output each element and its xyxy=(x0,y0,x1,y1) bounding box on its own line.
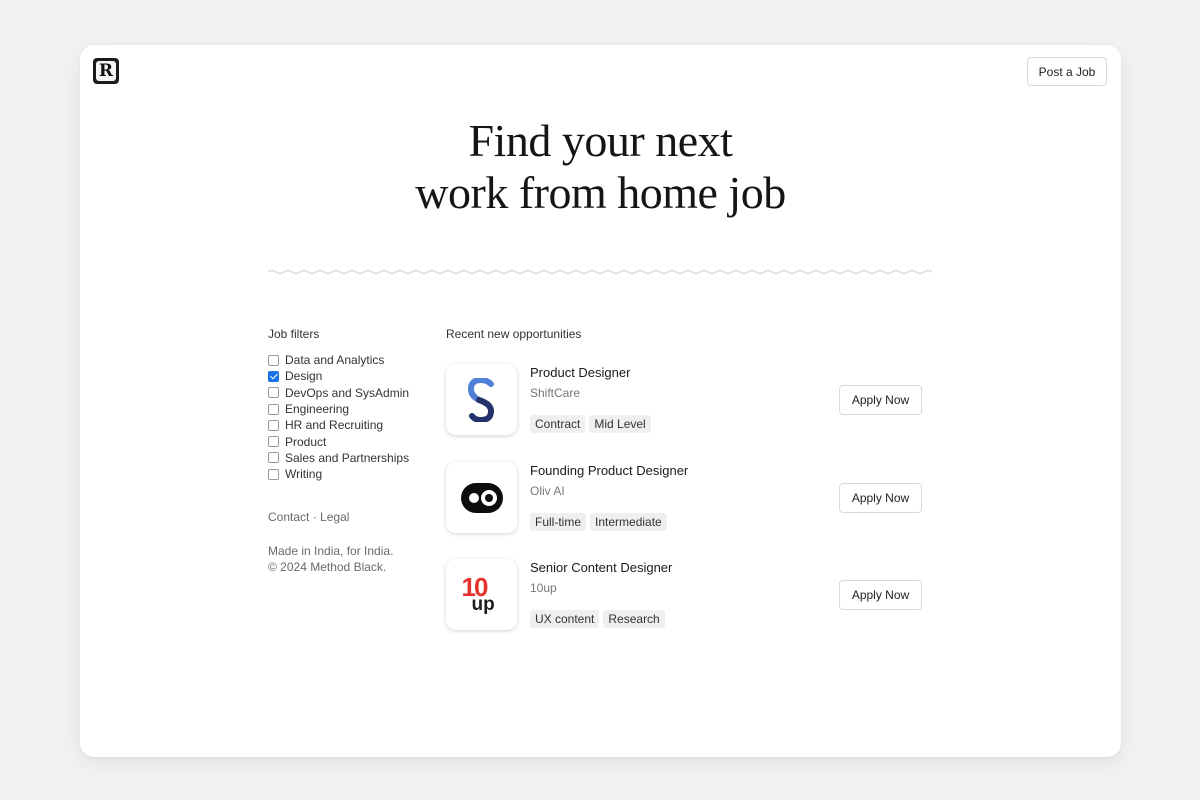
job-title[interactable]: Founding Product Designer xyxy=(530,463,688,478)
filter-checkbox[interactable] xyxy=(268,403,279,415)
filter-label: DevOps and SysAdmin xyxy=(285,385,410,400)
job-title[interactable]: Product Designer xyxy=(530,365,630,380)
filter-list: Data and Analytics Design DevOps and Sys… xyxy=(268,352,409,482)
post-job-button[interactable]: Post a Job xyxy=(1027,57,1107,86)
filter-devops[interactable]: DevOps and SysAdmin xyxy=(268,385,409,401)
company-logo[interactable]: 10 up xyxy=(446,559,517,630)
job-company: Oliv AI xyxy=(530,484,565,498)
job-tags: Full-time Intermediate xyxy=(530,513,667,531)
filter-checkbox[interactable] xyxy=(268,436,279,448)
filter-product[interactable]: Product xyxy=(268,433,409,449)
filter-sales-partnerships[interactable]: Sales and Partnerships xyxy=(268,450,409,466)
filter-hr-recruiting[interactable]: HR and Recruiting xyxy=(268,417,409,433)
filter-checkbox[interactable] xyxy=(268,452,279,464)
filter-label: Sales and Partnerships xyxy=(285,450,410,465)
filter-checkbox[interactable] xyxy=(268,419,279,431)
job-card[interactable]: 10 up Senior Content Designer 10up UX co… xyxy=(446,559,926,631)
oliv-logo-icon xyxy=(460,482,503,513)
company-logo[interactable] xyxy=(446,462,517,533)
hero-line-1: Find your next xyxy=(468,115,733,166)
jobs-title: Recent new opportunities xyxy=(446,327,582,341)
filter-label: HR and Recruiting xyxy=(285,418,384,433)
filter-checkbox[interactable] xyxy=(268,468,279,480)
legal-link[interactable]: Legal xyxy=(320,510,349,524)
company-logo[interactable] xyxy=(446,364,517,435)
job-card[interactable]: Product Designer ShiftCare Contract Mid … xyxy=(446,364,926,436)
job-tag: Intermediate xyxy=(590,513,667,531)
job-company: 10up xyxy=(530,581,557,595)
filter-design[interactable]: Design xyxy=(268,368,409,384)
apply-now-button[interactable]: Apply Now xyxy=(839,580,922,610)
filter-checkbox-checked[interactable] xyxy=(268,370,279,382)
filter-label: Design xyxy=(285,369,323,384)
contact-link[interactable]: Contact xyxy=(268,510,309,524)
filter-writing[interactable]: Writing xyxy=(268,466,409,482)
filter-label: Data and Analytics xyxy=(285,353,385,368)
filter-label: Writing xyxy=(285,467,323,482)
job-tag: UX content xyxy=(530,610,600,628)
logo-letter: R xyxy=(96,61,116,81)
site-logo[interactable]: R xyxy=(93,58,119,84)
copyright-text: © 2024 Method Black. xyxy=(268,560,387,574)
10up-logo-bottom: up xyxy=(471,593,495,615)
job-title[interactable]: Senior Content Designer xyxy=(530,560,672,575)
10up-logo-icon: 10 up xyxy=(462,572,502,616)
filter-label: Product xyxy=(285,434,327,449)
job-tags: UX content Research xyxy=(530,610,665,628)
job-tag: Mid Level xyxy=(589,415,651,433)
filter-checkbox[interactable] xyxy=(268,354,279,366)
made-in-text: Made in India, for India. xyxy=(268,544,394,558)
link-separator: · xyxy=(312,510,317,524)
filters-title: Job filters xyxy=(268,327,320,341)
apply-now-button[interactable]: Apply Now xyxy=(839,385,922,415)
footer-note: Made in India, for India. © 2024 Method … xyxy=(268,543,393,575)
job-company: ShiftCare xyxy=(530,386,581,400)
job-tag: Contract xyxy=(530,415,586,433)
footer-links: Contact · Legal xyxy=(268,510,349,524)
hero-line-2: work from home job xyxy=(415,167,786,218)
filter-engineering[interactable]: Engineering xyxy=(268,401,409,417)
job-tag: Full-time xyxy=(530,513,587,531)
shiftcare-logo-icon xyxy=(467,377,494,422)
filter-label: Engineering xyxy=(285,402,350,417)
app-window: R Post a Job Find your next work from ho… xyxy=(80,45,1121,757)
job-card[interactable]: Founding Product Designer Oliv AI Full-t… xyxy=(446,462,926,534)
filter-checkbox[interactable] xyxy=(268,387,279,399)
filter-data-analytics[interactable]: Data and Analytics xyxy=(268,352,409,368)
job-tag: Research xyxy=(603,610,665,628)
wavy-divider xyxy=(268,270,932,274)
apply-now-button[interactable]: Apply Now xyxy=(839,483,922,513)
job-tags: Contract Mid Level xyxy=(530,415,651,433)
hero-heading: Find your next work from home job xyxy=(80,115,1121,219)
